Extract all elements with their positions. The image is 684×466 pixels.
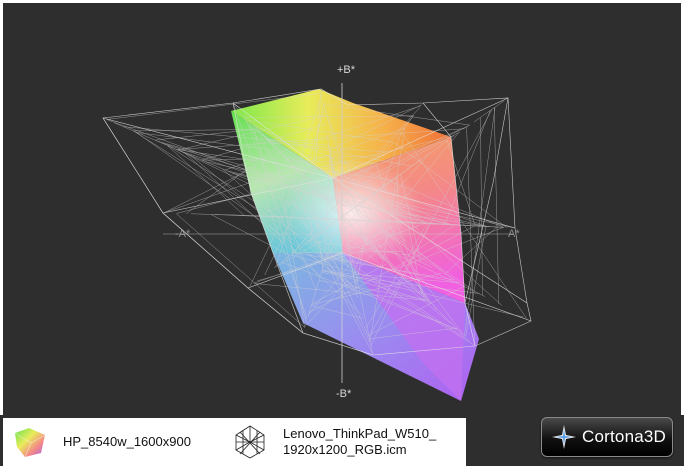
logo-text: Cortona3D (582, 427, 667, 446)
legend-label-lenovo-line2: 1920x1200_RGB.icm (283, 442, 407, 457)
colored-gamut-icon (14, 428, 46, 458)
legend-panel: HP_8540w_1600x900 Lenovo_ThinkPad_W510_ … (3, 418, 466, 466)
mesh-edge (493, 107, 500, 304)
cortona-star-icon (552, 425, 576, 449)
cortona3d-logo-button[interactable]: Cortona3D (541, 417, 673, 457)
mesh-edge (464, 107, 496, 337)
axis-label-b-plus: +B* (337, 64, 356, 76)
wireframe-gamut-icon (235, 425, 265, 459)
legend-label-lenovo-line1: Lenovo_ThinkPad_W510_ (283, 426, 437, 441)
axis-label-a-plus: A* (508, 228, 520, 240)
mesh-edge (480, 117, 483, 296)
legend-item-lenovo[interactable]: Lenovo_ThinkPad_W510_ 1920x1200_RGB.icm (231, 418, 466, 466)
legend-label-hp: HP_8540w_1600x900 (63, 434, 191, 449)
axis-label-b-minus: -B* (336, 388, 352, 400)
3d-viewport[interactable]: +B* -B* -A* A* (3, 3, 681, 415)
legend-bar: HP_8540w_1600x900 Lenovo_ThinkPad_W510_ … (0, 415, 684, 466)
legend-item-hp[interactable]: HP_8540w_1600x900 (11, 418, 221, 466)
axis-label-a-minus: -A* (175, 228, 191, 240)
